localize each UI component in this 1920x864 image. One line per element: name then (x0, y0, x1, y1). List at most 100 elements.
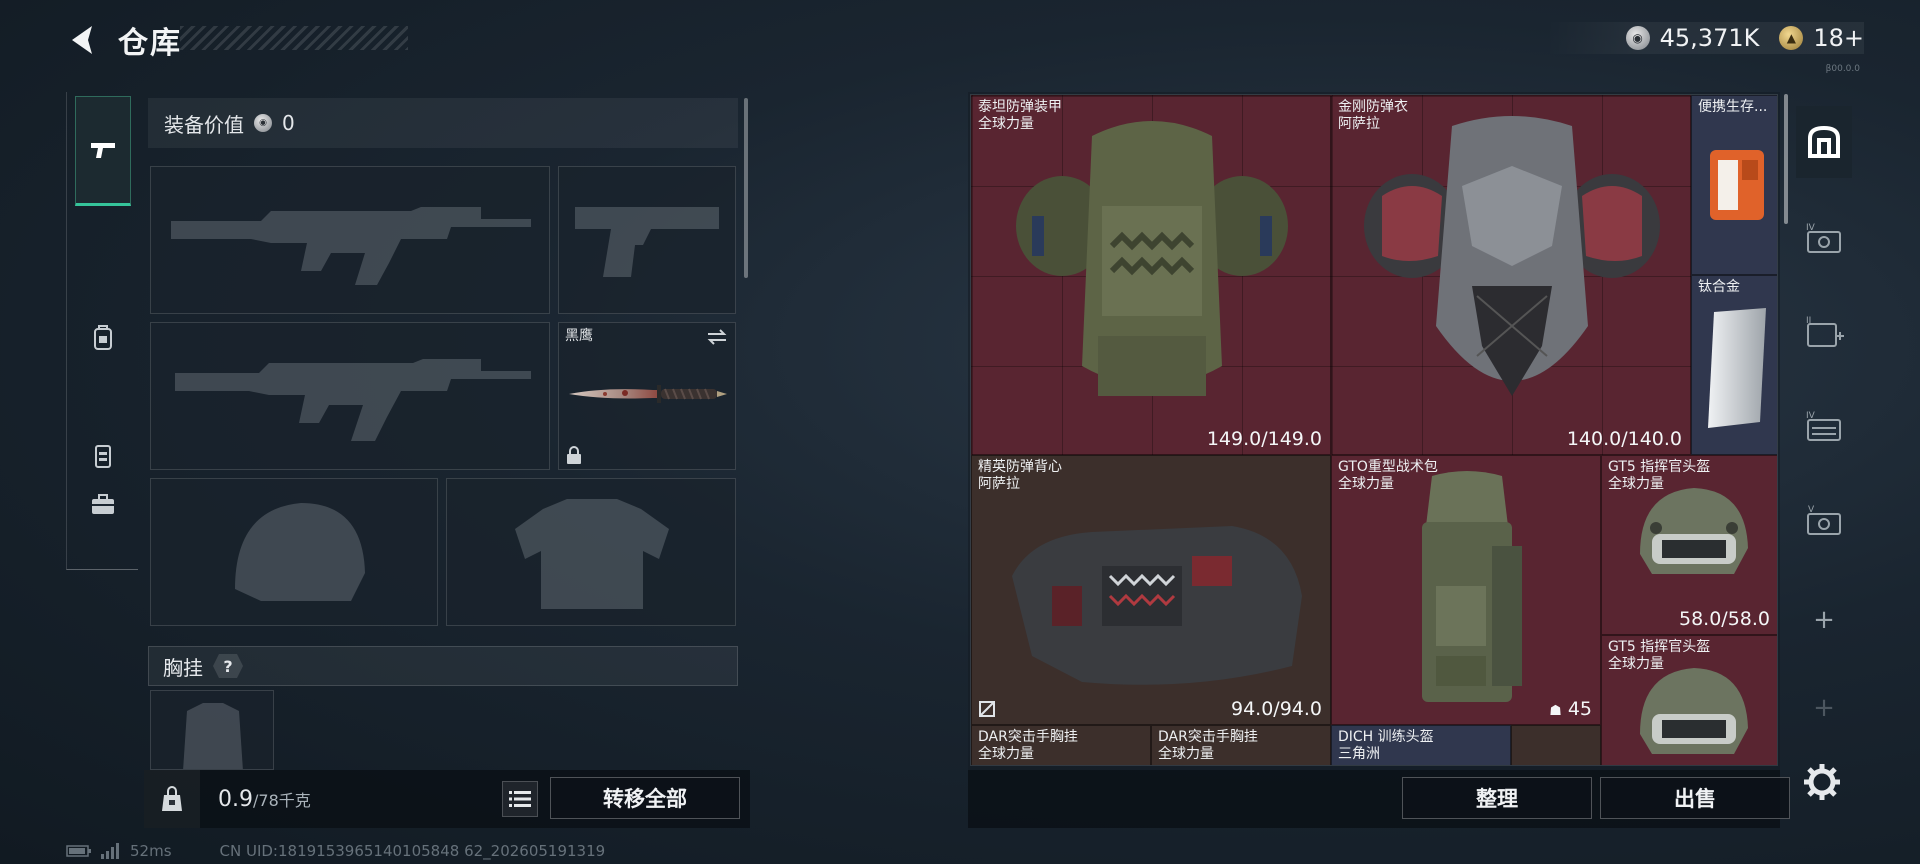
rifle-silhouette-icon (171, 207, 531, 285)
equip-value: 0 (282, 111, 295, 135)
tab-safe-box[interactable] (1796, 106, 1852, 178)
tab-add-slot-2[interactable]: + (1796, 672, 1852, 744)
build-label: β00.0.0 (1825, 64, 1860, 74)
no-repair-icon (979, 701, 995, 717)
rail-weapons-tab[interactable] (75, 96, 131, 206)
item-name: DICH 训练头盔 (1338, 729, 1434, 745)
organize-button[interactable]: 整理 (1402, 777, 1592, 819)
melee-name: 黑鹰 (565, 328, 593, 344)
item-name: 便携生存... (1698, 99, 1768, 115)
tab-case-iv[interactable]: IV (1796, 202, 1852, 274)
case-iv-icon: IV (1806, 223, 1841, 253)
stash-item[interactable]: DICH 训练头盔 三角洲 (1331, 725, 1511, 765)
tab-add-slot[interactable]: + (1796, 584, 1852, 656)
armor-slot[interactable] (446, 478, 736, 626)
rail-backpack-tab[interactable] (75, 308, 131, 368)
pistol-icon (91, 143, 115, 158)
sell-button[interactable]: 出售 (1600, 777, 1790, 819)
item-durability: 140.0/140.0 (1566, 428, 1682, 450)
item-subtitle: 三角洲 (1338, 746, 1380, 762)
gt5-helmet-icon (1640, 668, 1748, 754)
battery-icon (66, 845, 91, 857)
titan-armor-icon (1016, 121, 1288, 396)
primary-weapon-slot[interactable] (150, 166, 550, 314)
stash-item[interactable]: 精英防弹背心 阿萨拉 94.0/94.0 (971, 455, 1331, 725)
swap-icon[interactable] (705, 327, 729, 347)
transfer-all-button[interactable]: 转移全部 (550, 777, 740, 819)
silver-coin-icon: ◉ (1625, 26, 1650, 50)
stash-item[interactable]: DAR突击手胸挂 全球力量 (971, 725, 1151, 765)
secondary-weapon-slot[interactable] (150, 322, 550, 470)
item-name: DAR突击手胸挂 (1158, 729, 1258, 745)
settings-button[interactable] (1800, 760, 1844, 804)
lock-icon (567, 446, 581, 464)
bag-weight-icon (144, 770, 200, 828)
sidearm-slot[interactable] (558, 166, 736, 314)
item-durability: 58.0/58.0 (1678, 608, 1770, 630)
chest-rig-slot[interactable] (150, 690, 274, 770)
stash-item[interactable]: GT5 指挥官头盔 全球力量 (1601, 635, 1777, 765)
svg-text:IV: IV (1806, 223, 1816, 233)
helmet-slot[interactable] (150, 478, 438, 626)
item-name: DAR突击手胸挂 (978, 729, 1078, 745)
knife-icon (569, 385, 727, 403)
stash-item[interactable]: 泰坦防弹装甲 全球力量 149.0/149.0 (971, 95, 1331, 455)
stash-item[interactable]: GTO重型战术包 全球力量 ☗ 45 (1331, 455, 1601, 725)
svg-text:IV: IV (1806, 411, 1816, 421)
elite-vest-icon (1012, 526, 1302, 685)
gear-icon (1804, 764, 1840, 800)
stash-empty-cell[interactable] (1511, 725, 1601, 765)
back-button[interactable] (64, 20, 104, 60)
stash-grid: 泰坦防弹装甲 全球力量 149.0/149.0 金刚防弹衣 阿萨拉 140.0/1 (970, 94, 1778, 766)
capacity-icon: ☗ (1549, 703, 1562, 719)
tab-case-iv-b[interactable]: IV (1796, 390, 1852, 462)
title-decoration (180, 26, 408, 50)
item-subtitle: 全球力量 (978, 746, 1034, 762)
item-name: 钛合金 (1698, 279, 1740, 295)
stash-tabs: IV II IV V + + (1796, 92, 1852, 742)
tab-case-ii[interactable]: II (1796, 296, 1852, 368)
gold-amount: 18+ (1813, 24, 1864, 52)
gold-coin-icon: ▲ (1779, 26, 1804, 50)
stash-item[interactable]: DAR突击手胸挂 全球力量 (1151, 725, 1331, 765)
safe-box-icon (1808, 125, 1840, 158)
stash-item[interactable]: 钛合金 (1691, 275, 1777, 455)
uid-readout: CN UID:1819153965140105848 62_2026051913… (219, 842, 606, 860)
list-view-button[interactable] (502, 781, 538, 817)
stash-item[interactable]: GT5 指挥官头盔 全球力量 58.0/58.0 (1601, 455, 1777, 635)
help-button[interactable]: ? (213, 654, 243, 678)
svg-text:V: V (1808, 505, 1815, 515)
chest-rig-header: 胸挂 ? (148, 646, 738, 686)
rail-case-tab[interactable] (75, 474, 131, 534)
item-durability: 94.0/94.0 (1230, 698, 1322, 720)
item-capacity: 45 (1567, 698, 1592, 720)
weight-max: /78千克 (253, 790, 311, 810)
currency-bar: ◉ 45,371K ▲ 18+ (1545, 22, 1864, 54)
chest-rig-label: 胸挂 (163, 655, 203, 680)
signal-icon (101, 843, 119, 859)
equip-value-label: 装备价值 (164, 112, 244, 137)
item-name: GT5 指挥官头盔 (1608, 459, 1711, 475)
case-iv-b-icon: IV (1806, 411, 1841, 441)
titanium-plate-icon (1708, 308, 1766, 428)
stash-item[interactable]: 金刚防弹衣 阿萨拉 140.0/140.0 (1331, 95, 1691, 455)
tab-case-v[interactable]: V (1796, 484, 1852, 556)
case-ii-plus-icon: II (1806, 316, 1844, 347)
item-name: GT5 指挥官头盔 (1608, 639, 1711, 655)
backpack-icon (94, 325, 112, 350)
stash-scrollbar[interactable] (1784, 94, 1788, 224)
loadout-scrollbar[interactable] (744, 98, 748, 278)
case-icon (92, 494, 114, 514)
melee-slot[interactable]: 黑鹰 (558, 322, 736, 470)
add-slot-icon: + (1813, 693, 1835, 723)
gt5-helmet-icon (1640, 488, 1748, 574)
category-rail (66, 92, 138, 570)
silver-amount: 45,371K (1659, 24, 1760, 52)
ping-readout: 52ms (130, 842, 172, 860)
stash-item[interactable]: 便携生存... (1691, 95, 1777, 275)
item-slot-count: ☗ 45 (1549, 698, 1592, 720)
list-icon (509, 791, 531, 807)
back-arrow-icon (72, 26, 92, 54)
item-durability: 149.0/149.0 (1206, 428, 1322, 450)
vajra-armor-icon (1364, 116, 1660, 396)
